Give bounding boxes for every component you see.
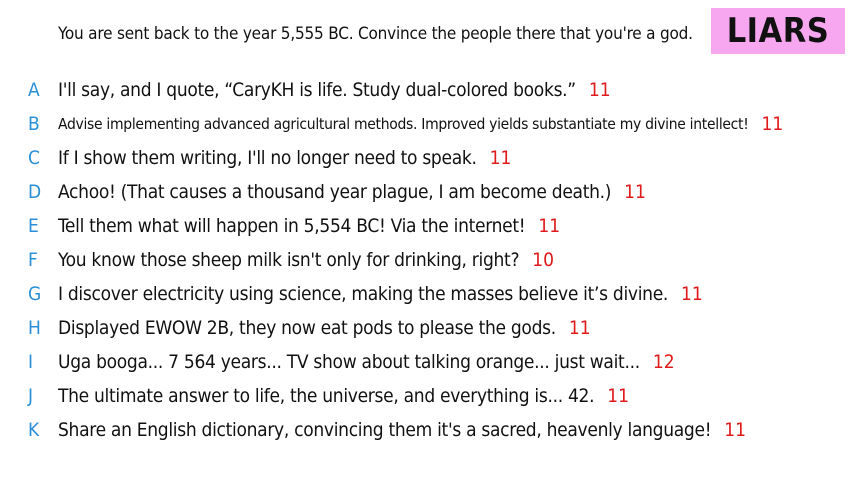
response-score: 11 [568, 317, 591, 339]
response-score: 11 [489, 147, 512, 169]
response-row-h: H Displayed EWOW 2B, they now eat pods t… [28, 311, 838, 345]
response-letter: G [28, 283, 42, 305]
response-row-c: C If I show them writing, I'll no longer… [28, 141, 838, 175]
response-row-j: J The ultimate answer to life, the unive… [28, 379, 838, 413]
response-letter: C [28, 147, 40, 169]
response-letter: E [28, 215, 39, 237]
response-row-k: K Share an English dictionary, convincin… [28, 413, 838, 447]
response-text: Share an English dictionary, convincing … [58, 419, 712, 441]
team-badge: LIARS [711, 8, 845, 54]
response-letter: J [28, 385, 34, 407]
response-row-e: E Tell them what will happen in 5,554 BC… [28, 209, 838, 243]
response-score: 11 [538, 215, 561, 237]
response-letter: B [28, 113, 40, 135]
response-letter: A [28, 79, 40, 101]
response-row-i: I Uga booga... 7 564 years... TV show ab… [28, 345, 838, 379]
response-text: The ultimate answer to life, the univers… [58, 385, 595, 407]
response-row-g: G I discover electricity using science, … [28, 277, 838, 311]
response-score: 11 [607, 385, 629, 407]
team-badge-label: LIARS [726, 11, 830, 51]
response-letter: I [28, 351, 34, 373]
response-letter: D [28, 181, 42, 203]
response-letter: H [28, 317, 41, 339]
prompt-text: You are sent back to the year 5,555 BC. … [58, 24, 693, 44]
response-score: 11 [588, 79, 611, 101]
responses-list: A I'll say, and I quote, “CaryKH is life… [28, 73, 838, 447]
response-text: Tell them what will happen in 5,554 BC! … [58, 215, 526, 237]
response-text: I discover electricity using science, ma… [58, 283, 669, 305]
response-letter: F [28, 249, 38, 271]
response-score: 11 [624, 181, 646, 203]
response-score: 11 [761, 113, 784, 135]
response-text: Advise implementing advanced agricultura… [58, 115, 749, 133]
response-text: I'll say, and I quote, “CaryKH is life. … [58, 79, 576, 101]
response-text: You know those sheep milk isn't only for… [58, 249, 520, 271]
response-letter: K [28, 419, 40, 441]
response-text: If I show them writing, I'll no longer n… [58, 147, 477, 169]
response-row-d: D Achoo! (That causes a thousand year pl… [28, 175, 838, 209]
response-text: Uga booga... 7 564 years... TV show abou… [58, 351, 640, 373]
response-score: 12 [652, 351, 675, 373]
response-score: 10 [532, 249, 554, 271]
response-row-f: F You know those sheep milk isn't only f… [28, 243, 838, 277]
response-score: 11 [681, 283, 703, 305]
response-text: Displayed EWOW 2B, they now eat pods to … [58, 317, 556, 339]
response-text: Achoo! (That causes a thousand year plag… [58, 181, 612, 203]
response-score: 11 [724, 419, 746, 441]
response-row-a: A I'll say, and I quote, “CaryKH is life… [28, 73, 838, 107]
response-row-b: B Advise implementing advanced agricultu… [28, 107, 838, 141]
